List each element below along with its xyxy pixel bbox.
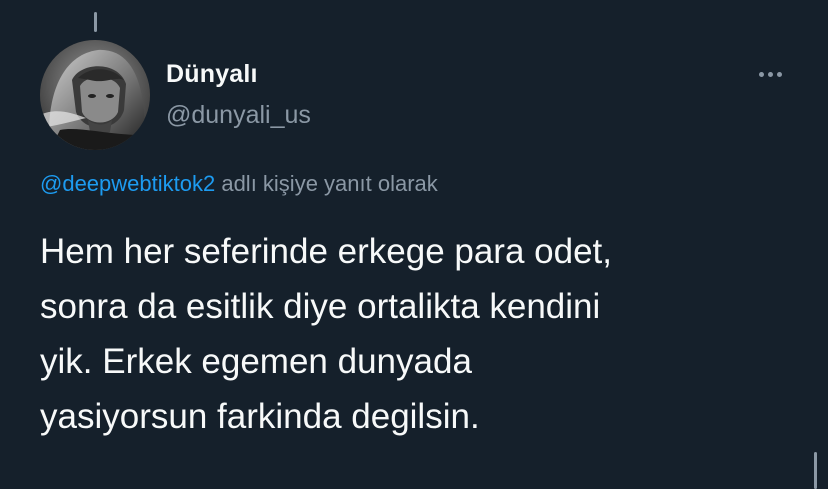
- author-handle[interactable]: @dunyali_us: [166, 101, 311, 130]
- more-options-button[interactable]: [750, 62, 790, 86]
- profile-photo-icon: [40, 40, 150, 150]
- replying-to-line: @deepwebtiktok2 adlı kişiye yanıt olarak: [40, 171, 438, 197]
- reply-to-mention-link[interactable]: @deepwebtiktok2: [40, 171, 215, 196]
- more-horizontal-icon: [758, 71, 764, 77]
- reply-to-suffix: adlı kişiye yanıt olarak: [215, 171, 438, 196]
- tweet-text: Hem her seferinde erkege para odet, sonr…: [40, 232, 612, 436]
- more-horizontal-icon: [776, 71, 782, 77]
- more-horizontal-icon: [767, 71, 773, 77]
- author-display-name[interactable]: Dünyalı: [166, 60, 258, 89]
- author-avatar[interactable]: [40, 40, 150, 150]
- thread-connector-line: [94, 12, 97, 32]
- scrollbar-thumb[interactable]: [814, 452, 817, 489]
